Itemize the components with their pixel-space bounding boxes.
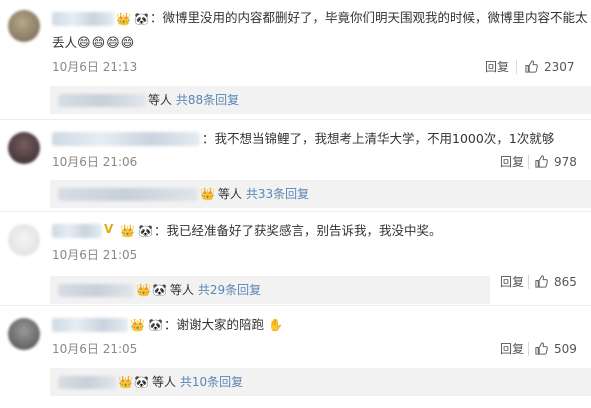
comment-text: ：我不想当锦鲤了，我想考上清华大学，不用1000次，1次就够 xyxy=(202,128,587,150)
replies-summary-text: 等人 共33条回复 xyxy=(218,187,310,201)
reply-users xyxy=(58,284,134,297)
comment-item: 👑 🐼 ：微博里没用的内容都删好了，毕竟你们明天围观我的时候，微博里内容不能太 … xyxy=(0,0,591,118)
comment-timestamp: 10月6日 21:05 xyxy=(52,248,138,262)
comment-text-line: ：谢谢大家的陪跑 xyxy=(164,317,265,332)
thumbs-up-icon[interactable] xyxy=(534,341,549,356)
crown-icon: 👑 xyxy=(136,283,151,297)
thumbs-up-icon[interactable] xyxy=(534,274,549,289)
crown-icon: 👑 xyxy=(118,375,133,389)
view-replies-link[interactable]: 共10条回复 xyxy=(180,375,243,389)
panda-icon: 🐼 xyxy=(148,318,163,332)
comment-text-line: ：我不想当锦鲤了，我想考上清华大学，不用1000次，1次就够 xyxy=(202,131,555,146)
reply-button[interactable]: 回复 xyxy=(500,155,524,169)
reply-users xyxy=(58,188,198,201)
view-replies-link[interactable]: 共33条回复 xyxy=(246,187,309,201)
replies-summary-text: 等人 共29条回复 xyxy=(170,283,262,297)
comment-text: ：谢谢大家的陪跑 ✋ xyxy=(164,314,283,336)
thumbs-up-icon[interactable] xyxy=(534,154,549,169)
like-count: 509 xyxy=(554,342,577,356)
comment-text-line: 丢人 xyxy=(52,35,78,50)
avatar[interactable] xyxy=(8,132,40,164)
waving-hand-icon: ✋ xyxy=(268,318,283,332)
divider xyxy=(516,60,517,74)
comment-text-line: ：我已经准备好了获奖感言，别告诉我，我没中奖。 xyxy=(154,223,442,238)
replies-summary[interactable]: 👑 🐼 等人 共10条回复 xyxy=(50,368,591,396)
comment-item: ：我不想当锦鲤了，我想考上清华大学，不用1000次，1次就够 10月6日 21:… xyxy=(0,120,591,210)
crown-icon: 👑 xyxy=(130,318,145,332)
comment-item: 👑 🐼 ：谢谢大家的陪跑 ✋ 10月6日 21:05 回复 509 👑 🐼 等人… xyxy=(0,306,591,408)
username[interactable] xyxy=(52,224,102,238)
like-count: 865 xyxy=(554,275,577,289)
avatar[interactable] xyxy=(8,10,40,42)
reply-button[interactable]: 回复 xyxy=(500,342,524,356)
reply-button[interactable]: 回复 xyxy=(485,60,509,74)
crown-icon: 👑 xyxy=(120,224,135,238)
divider xyxy=(528,342,529,356)
reply-button[interactable]: 回复 xyxy=(500,275,524,289)
comment-timestamp: 10月6日 21:06 xyxy=(52,155,138,169)
comment-timestamp: 10月6日 21:13 xyxy=(52,60,138,74)
view-replies-link[interactable]: 共88条回复 xyxy=(176,93,239,107)
replies-summary-text: 等人 共88条回复 xyxy=(148,93,240,107)
username[interactable] xyxy=(52,318,128,332)
replies-summary[interactable]: 👑 等人 共33条回复 xyxy=(50,180,591,208)
panda-icon: 🐼 xyxy=(134,375,149,389)
username[interactable] xyxy=(52,132,200,146)
avatar[interactable] xyxy=(8,318,40,350)
comment-text-line: ：微博里没用的内容都删好了，毕竟你们明天围观我的时候，微博里内容不能太 xyxy=(150,10,588,25)
view-replies-link[interactable]: 共29条回复 xyxy=(198,283,261,297)
comment-item: V 👑 🐼 ：我已经准备好了获奖感言，别告诉我，我没中奖。 10月6日 21:0… xyxy=(0,212,591,304)
comment-text: ：我已经准备好了获奖感言，别告诉我，我没中奖。 xyxy=(154,220,584,242)
divider xyxy=(528,155,529,169)
divider xyxy=(528,275,529,289)
crown-icon: 👑 xyxy=(116,12,131,26)
thumbs-up-icon[interactable] xyxy=(524,59,539,74)
replies-summary[interactable]: 等人 共88条回复 xyxy=(50,86,591,114)
reply-users xyxy=(58,94,146,107)
avatar[interactable] xyxy=(8,224,40,256)
comment-text: ：微博里没用的内容都删好了，毕竟你们明天围观我的时候，微博里内容不能太 xyxy=(150,7,590,29)
like-count: 2307 xyxy=(544,60,575,74)
verified-v-icon: V xyxy=(104,222,114,236)
reply-users xyxy=(58,376,116,389)
comment-text-continued: 丢人😄😄😄😄 xyxy=(52,32,135,55)
panda-icon: 🐼 xyxy=(134,12,149,26)
panda-icon: 🐼 xyxy=(138,224,153,238)
doge-emoji-icon: 😄😄😄😄 xyxy=(77,36,136,51)
replies-summary-text: 等人 共10条回复 xyxy=(152,375,244,389)
username[interactable] xyxy=(52,12,114,26)
crown-icon: 👑 xyxy=(200,187,215,201)
comment-timestamp: 10月6日 21:05 xyxy=(52,342,138,356)
like-count: 978 xyxy=(554,155,577,169)
panda-icon: 🐼 xyxy=(152,283,167,297)
replies-summary[interactable]: 👑 🐼 等人 共29条回复 xyxy=(50,276,490,304)
